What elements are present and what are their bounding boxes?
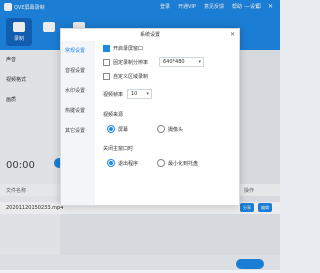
checkbox-checked-icon xyxy=(103,45,110,52)
close-main-label: 关闭主窗口时 xyxy=(103,146,134,152)
fps-label: 视频帧率 xyxy=(103,92,124,98)
general-settings-panel: 开启录屏窗口 固定录制分辨率 640*480 ▾ 自定义区域录制 视频帧率 10… xyxy=(101,41,233,201)
checkbox-unchecked-icon xyxy=(103,73,110,80)
fixed-resolution-checkbox[interactable]: 固定录制分辨率 xyxy=(103,59,148,66)
fps-value: 10 xyxy=(131,91,138,97)
settings-nav: 常规设置 音视设置 水印设置 热键设置 其它设置 xyxy=(61,41,95,205)
open-preview-label: 开启录屏窗口 xyxy=(113,46,144,52)
close-icon[interactable]: ✕ xyxy=(230,31,235,38)
nav-general[interactable]: 常规设置 xyxy=(65,47,85,54)
chevron-down-icon: ▾ xyxy=(198,59,201,65)
nav-hotkeys[interactable]: 热键设置 xyxy=(65,107,85,114)
fixed-resolution-label: 固定录制分辨率 xyxy=(113,60,149,66)
video-source-label: 视频来源 xyxy=(103,112,124,118)
radio-selected-icon xyxy=(107,159,115,167)
video-source-camera-label: 摄像头 xyxy=(168,126,184,133)
settings-dialog: 系统设置 ✕ 常规设置 音视设置 水印设置 热键设置 其它设置 开启录屏窗口 固… xyxy=(60,28,240,206)
nav-watermark[interactable]: 水印设置 xyxy=(65,87,85,94)
chevron-down-icon: ▾ xyxy=(146,91,149,97)
radio-unselected-icon xyxy=(157,159,165,167)
fps-select[interactable]: 10 ▾ xyxy=(127,89,152,99)
close-main-exit-label: 退出程序 xyxy=(118,160,139,167)
resolution-value: 640*480 xyxy=(163,59,185,65)
close-main-tray-label: 最小化到托盘 xyxy=(168,160,199,167)
video-source-screen-radio[interactable]: 屏幕 xyxy=(107,125,128,133)
custom-region-label: 自定义区域录制 xyxy=(113,74,149,80)
custom-region-checkbox[interactable]: 自定义区域录制 xyxy=(103,73,148,80)
radio-selected-icon xyxy=(107,125,115,133)
close-main-tray-radio[interactable]: 最小化到托盘 xyxy=(157,159,198,167)
open-preview-checkbox[interactable]: 开启录屏窗口 xyxy=(103,45,143,52)
nav-audio-video[interactable]: 音视设置 xyxy=(65,67,85,74)
close-main-exit-radio[interactable]: 退出程序 xyxy=(107,159,138,167)
resolution-select[interactable]: 640*480 ▾ xyxy=(159,57,204,67)
video-source-camera-radio[interactable]: 摄像头 xyxy=(157,125,183,133)
checkbox-unchecked-icon xyxy=(103,59,110,66)
dialog-title: 系统设置 xyxy=(139,32,160,38)
radio-unselected-icon xyxy=(157,125,165,133)
video-source-screen-label: 屏幕 xyxy=(118,126,129,133)
nav-other[interactable]: 其它设置 xyxy=(65,127,85,134)
